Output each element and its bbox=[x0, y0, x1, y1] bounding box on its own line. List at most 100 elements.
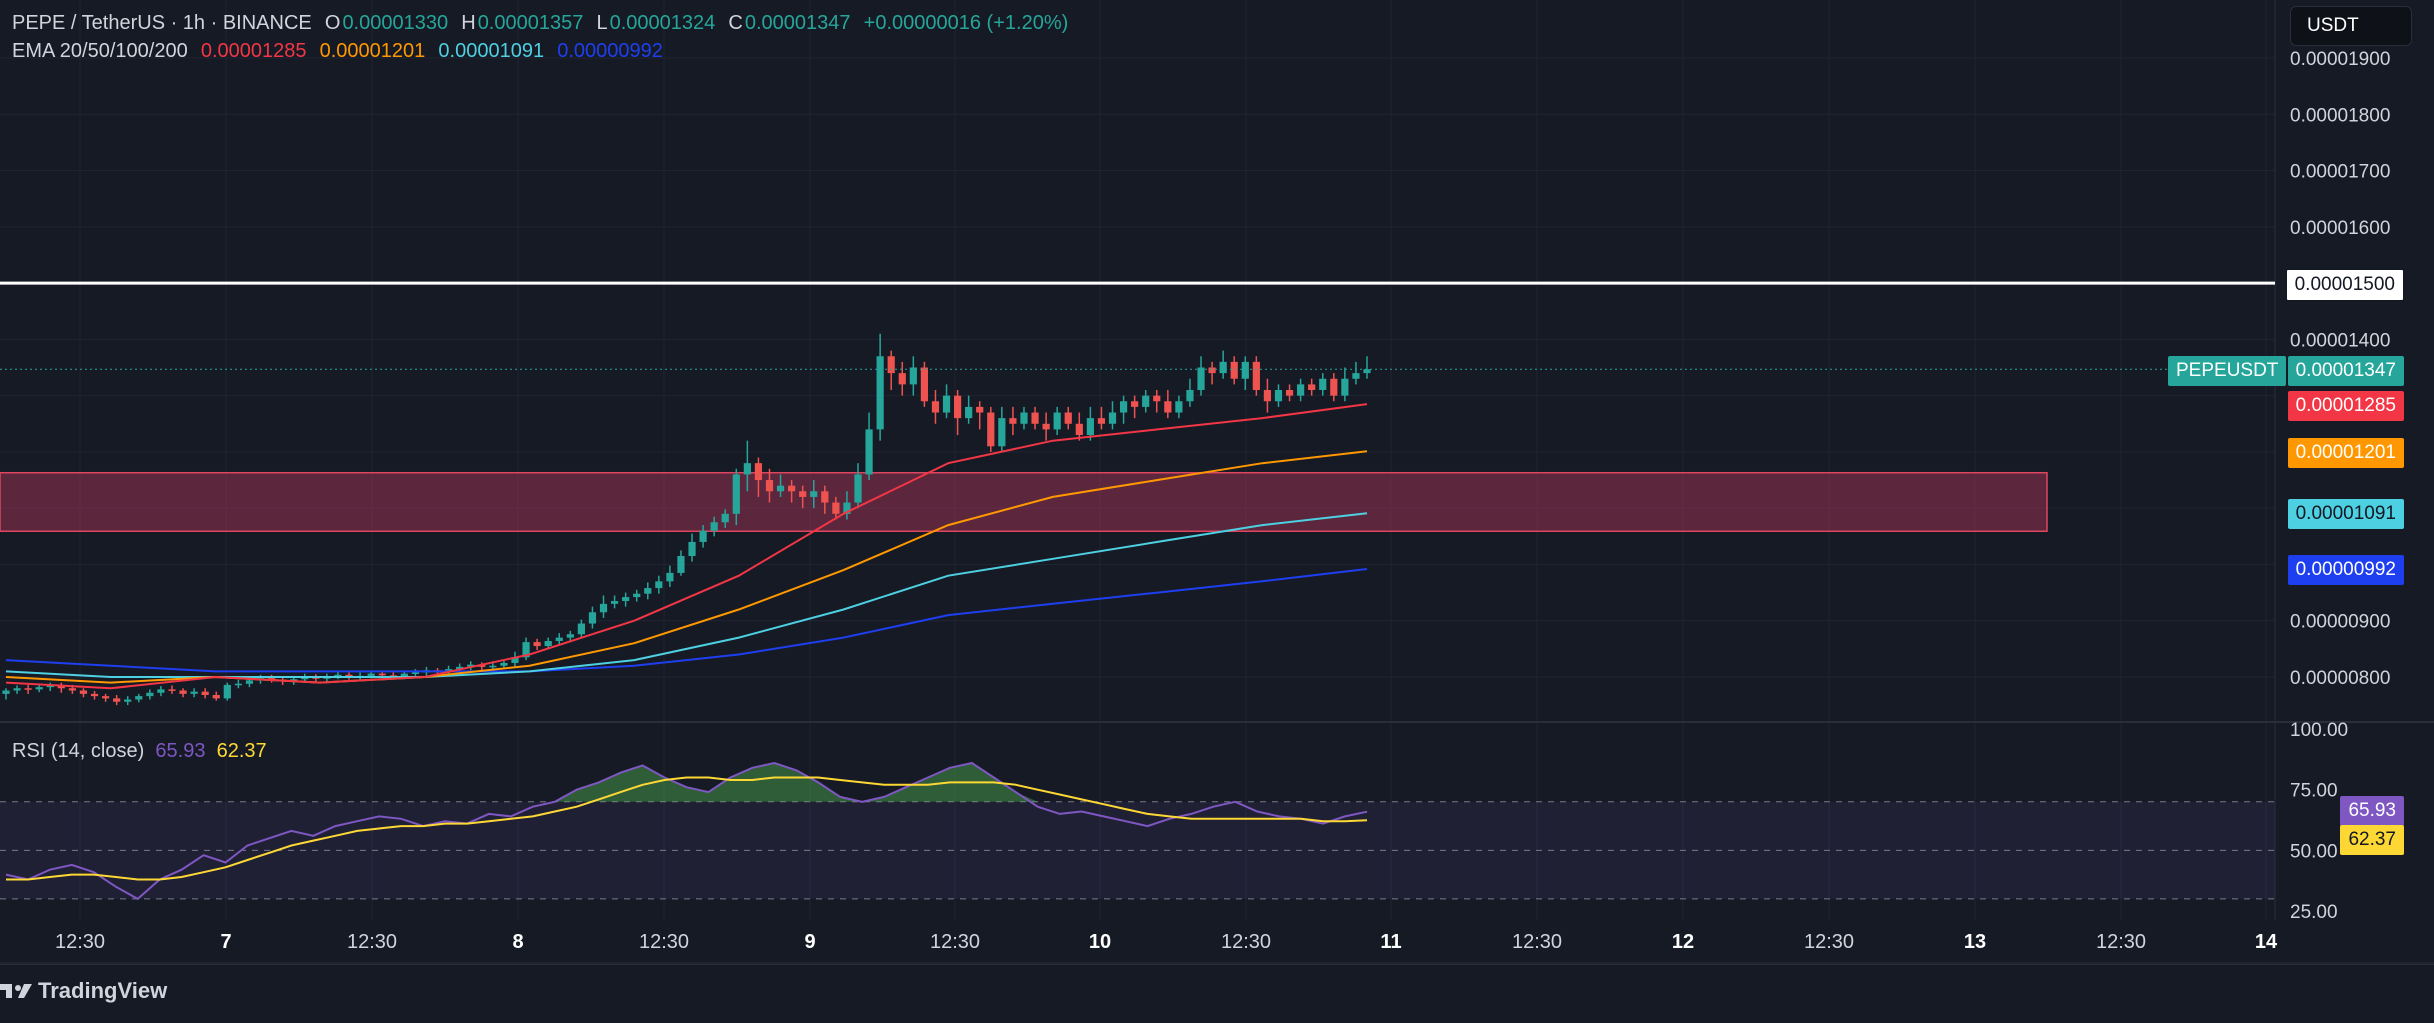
candle-body bbox=[1219, 361, 1227, 374]
candle-body bbox=[677, 556, 685, 573]
candle-body bbox=[113, 698, 121, 702]
candle-body bbox=[887, 356, 895, 374]
candle-body bbox=[500, 662, 508, 666]
candle-body bbox=[953, 395, 962, 419]
time-tick-label: 8 bbox=[512, 931, 523, 953]
rsi-tick-label: 75.00 bbox=[2290, 781, 2338, 802]
price-tick-label: 0.00001600 bbox=[2290, 218, 2390, 239]
candle-body bbox=[1197, 367, 1205, 391]
high-value: 0.00001357 bbox=[477, 12, 584, 34]
currency-button[interactable]: USDT bbox=[2290, 6, 2412, 46]
candle-body bbox=[920, 367, 928, 402]
resistance-price-tag: 0.00001500 bbox=[2285, 269, 2404, 301]
candle-body bbox=[832, 502, 840, 514]
candle-body bbox=[378, 673, 386, 676]
candle-body bbox=[610, 601, 619, 604]
low-value: 0.00001324 bbox=[609, 12, 716, 34]
zone-rectangle bbox=[0, 471, 2048, 533]
candle-body bbox=[633, 593, 641, 598]
candle-body bbox=[1108, 412, 1117, 424]
candle-body bbox=[1053, 412, 1061, 430]
candle-body bbox=[566, 634, 574, 638]
candle-body bbox=[765, 480, 774, 492]
ema-legend: EMA 20/50/100/200 0.00001285 0.00001201 … bbox=[12, 40, 665, 63]
price-tick-label: 0.00000900 bbox=[2290, 612, 2390, 633]
candle-body bbox=[1186, 390, 1194, 402]
change-value: +0.00000016 (+1.20%) bbox=[863, 12, 1069, 34]
candle-body bbox=[865, 429, 873, 475]
candle-body bbox=[1075, 423, 1083, 436]
time-tick-label: 12:30 bbox=[2096, 931, 2146, 953]
candle-body bbox=[35, 687, 43, 690]
rsi-ma-value: 62.37 bbox=[216, 740, 267, 762]
candle-body bbox=[367, 673, 375, 676]
candle-body bbox=[909, 367, 917, 385]
price-tick-label: 0.00001800 bbox=[2290, 105, 2390, 126]
time-tick-label: 12:30 bbox=[1512, 931, 1562, 953]
candle-body bbox=[146, 692, 154, 697]
ohlc-legend: PEPE / TetherUS · 1h · BINANCE O 0.000013… bbox=[12, 12, 1070, 35]
candle-body bbox=[1009, 418, 1017, 424]
candle-body bbox=[721, 513, 729, 523]
candle-body bbox=[68, 688, 76, 691]
price-tick-label: 0.00000800 bbox=[2290, 668, 2390, 689]
candle-body bbox=[854, 474, 862, 503]
candle-body bbox=[710, 522, 718, 531]
candle-body bbox=[1308, 384, 1316, 391]
candle-body bbox=[644, 588, 652, 594]
time-tick-label: 12:30 bbox=[55, 931, 105, 953]
candle-body bbox=[1263, 390, 1272, 402]
ema100-price-tag: 0.00001091 bbox=[2287, 499, 2404, 529]
candle-body bbox=[1319, 378, 1327, 391]
candle-body bbox=[987, 412, 995, 447]
symbol-title: PEPE / TetherUS · 1h · BINANCE bbox=[12, 12, 312, 34]
time-tick-label: 7 bbox=[220, 931, 231, 953]
ema50-value: 0.00001201 bbox=[319, 40, 426, 62]
candle-body bbox=[489, 665, 497, 668]
time-tick-label: 12:30 bbox=[1221, 931, 1271, 953]
ema200-price-tag: 0.00000992 bbox=[2287, 555, 2404, 585]
candle-body bbox=[876, 356, 884, 430]
candle-body bbox=[157, 689, 165, 693]
candle-body bbox=[190, 691, 198, 694]
candle-body bbox=[976, 406, 984, 413]
candle-body bbox=[799, 491, 807, 497]
candle-body bbox=[666, 572, 674, 582]
ema-label: EMA 20/50/100/200 bbox=[12, 40, 188, 62]
rsi-ma-value-tag: 62.37 bbox=[2340, 825, 2404, 855]
price-tick-label: 0.00001900 bbox=[2290, 49, 2390, 70]
low-label: L bbox=[596, 12, 608, 34]
time-tick-label: 10 bbox=[1089, 931, 1111, 953]
candle-body bbox=[688, 541, 696, 557]
close-label: C bbox=[728, 12, 743, 34]
candle-body bbox=[90, 693, 99, 697]
chart-canvas[interactable]: 12:30 7 12:30 8 12:30 9 12:30 10 12:30 11 12:30 12 1… bbox=[0, 0, 2434, 964]
high-label: H bbox=[461, 12, 476, 34]
tradingview-icon bbox=[0, 984, 32, 998]
ema50-price-tag: 0.00001201 bbox=[2287, 438, 2404, 468]
tradingview-logo[interactable]: TradingView bbox=[0, 978, 167, 1004]
candle-body bbox=[2, 690, 10, 694]
candle-body bbox=[577, 623, 585, 635]
candle-body bbox=[24, 688, 32, 690]
price-tick-label: 0.00001400 bbox=[2290, 330, 2390, 351]
candle-body bbox=[101, 696, 110, 699]
candle-body bbox=[79, 690, 88, 694]
rsi-legend: RSI (14, close) 65.93 62.37 bbox=[12, 740, 267, 763]
rsi-tick-label: 25.00 bbox=[2290, 902, 2338, 923]
candle-body bbox=[13, 688, 21, 691]
candle-body bbox=[555, 637, 563, 641]
footer-bar bbox=[0, 964, 2434, 1023]
candle-body bbox=[1042, 423, 1050, 430]
candle-body bbox=[234, 683, 242, 686]
candle-body bbox=[1086, 418, 1094, 436]
candle-body bbox=[135, 696, 143, 700]
rsi-value: 65.93 bbox=[155, 740, 206, 762]
candle-body bbox=[588, 612, 597, 624]
candle-body bbox=[1097, 418, 1106, 424]
ema20-value: 0.00001285 bbox=[200, 40, 307, 62]
candle-body bbox=[245, 680, 254, 684]
candle-body bbox=[124, 699, 132, 702]
candle-body bbox=[599, 603, 608, 613]
candle-body bbox=[622, 597, 630, 602]
